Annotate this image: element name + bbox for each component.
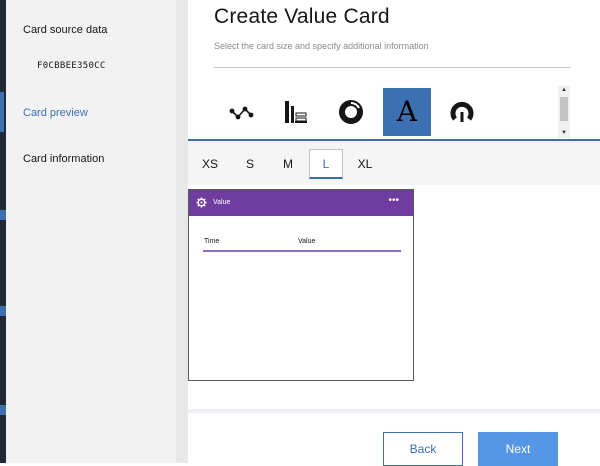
sidebar-item-card-preview[interactable]: Card preview — [23, 107, 88, 119]
page-title: Create Value Card — [214, 5, 390, 28]
size-tab-xs[interactable]: XS — [193, 149, 227, 179]
footer-divider — [188, 409, 600, 413]
card-type-gauge[interactable] — [438, 88, 486, 136]
table-list-icon — [285, 101, 307, 123]
icon-row-scrollbar[interactable]: ▲ ▼ — [558, 86, 570, 138]
card-preview-header: Value ••• — [189, 190, 413, 216]
next-button[interactable]: Next — [478, 432, 558, 466]
column-header-value: Value — [298, 238, 316, 245]
size-tab-l[interactable]: L — [309, 149, 343, 179]
card-type-value[interactable]: A — [383, 88, 431, 136]
page-subtitle: Select the card size and specify additio… — [214, 41, 429, 51]
sidebar-item-card-source-data[interactable]: Card source data — [23, 24, 107, 36]
size-tab-m[interactable]: M — [271, 149, 305, 179]
scrollbar-thumb[interactable] — [560, 97, 568, 121]
gauge-icon — [450, 101, 474, 122]
column-header-time: Time — [204, 238, 220, 245]
card-header-underline — [203, 250, 401, 252]
gear-icon — [196, 197, 207, 208]
card-preview-title: Value — [213, 199, 231, 206]
card-type-donut[interactable] — [327, 88, 375, 136]
overflow-menu-icon[interactable]: ••• — [388, 195, 399, 206]
size-tab-s[interactable]: S — [233, 149, 267, 179]
card-type-table[interactable] — [272, 88, 320, 136]
scroll-up-arrow-icon[interactable]: ▲ — [561, 87, 567, 93]
card-source-id: F0CBBEE350CC — [37, 61, 106, 71]
sidebar-item-card-information[interactable]: Card information — [23, 153, 104, 165]
sidebar-gutter — [176, 0, 188, 463]
size-selector: XS S M L XL — [188, 141, 600, 185]
text-value-icon: A — [396, 95, 418, 128]
wizard-sidebar: Card source data F0CBBEE350CC Card previ… — [0, 0, 176, 463]
card-type-line-chart[interactable] — [218, 88, 266, 136]
back-button[interactable]: Back — [383, 432, 463, 466]
size-tab-xl[interactable]: XL — [348, 149, 382, 179]
active-step-indicator — [0, 92, 4, 132]
card-preview: Value ••• Time Value — [188, 189, 414, 381]
scroll-down-arrow-icon[interactable]: ▼ — [561, 130, 567, 136]
wizard-main-panel: Create Value Card Select the card size a… — [188, 0, 600, 466]
card-type-selector: A ▲ ▼ — [188, 86, 600, 138]
title-divider — [214, 67, 571, 68]
line-chart-icon — [229, 106, 254, 120]
donut-chart-icon — [339, 100, 363, 124]
